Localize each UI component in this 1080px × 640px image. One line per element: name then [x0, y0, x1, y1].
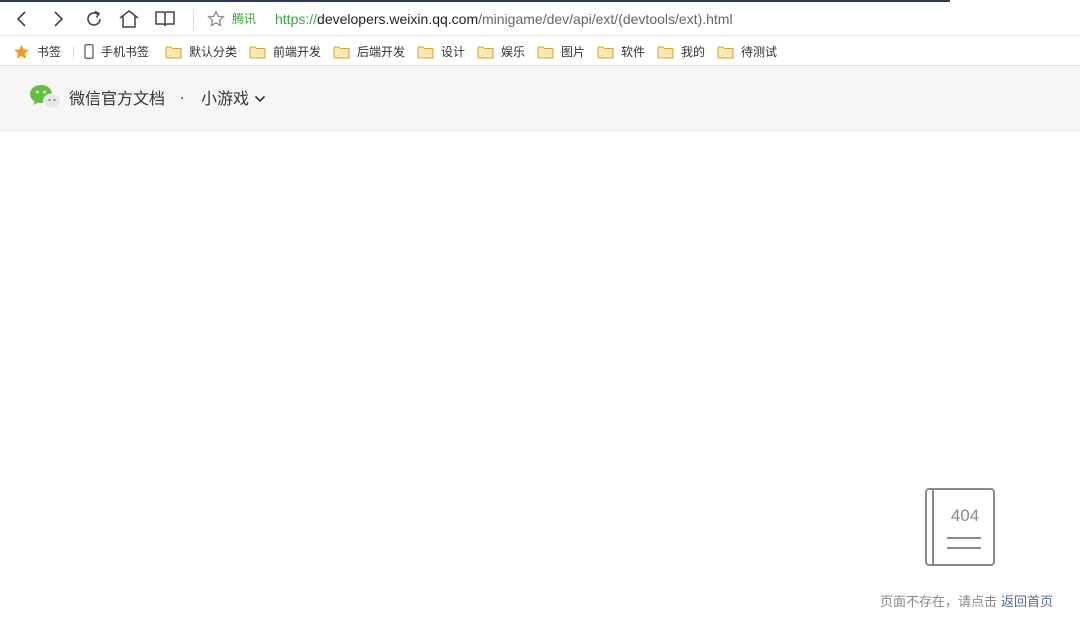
bookmark-folder[interactable]: 设计 [417, 42, 465, 61]
bookmark-folder[interactable]: 我的 [657, 42, 705, 61]
folder-icon [333, 45, 350, 59]
url-path: /minigame/dev/api/ext/(devtools/ext).htm… [478, 11, 733, 27]
home-button[interactable] [117, 7, 141, 31]
not-found-text: 页面不存在，请点击 [879, 595, 997, 610]
folder-icon [249, 45, 266, 59]
folder-icon [537, 45, 554, 59]
folder-icon [597, 45, 614, 59]
wechat-logo-icon[interactable] [29, 84, 61, 114]
bookmark-folder[interactable]: 娱乐 [477, 42, 525, 61]
phone-icon [84, 44, 94, 59]
bookmarks-bar: 书签 手机书签 默认分类 前端开发 后端开发 设计 娱乐 图片 软件 我的 待测… [0, 37, 1080, 66]
folder-icon [717, 45, 734, 59]
bookmark-folder[interactable]: 图片 [537, 42, 585, 61]
bookmark-label: 图片 [561, 45, 586, 59]
bookmark-mobile[interactable]: 手机书签 [84, 42, 149, 61]
bookmark-label: 默认分类 [189, 45, 238, 59]
bookmark-label: 后端开发 [357, 45, 406, 59]
url-host: developers.weixin.qq.com [317, 11, 479, 27]
chevron-left-icon [16, 11, 26, 27]
bookmark-folder[interactable]: 默认分类 [165, 42, 237, 61]
browser-toolbar: 腾讯 https://developers.weixin.qq.com/mini… [0, 2, 1080, 36]
header-separator: · [180, 91, 185, 107]
brand-title-link[interactable]: 微信官方文档 [69, 88, 165, 110]
reading-list-button[interactable] [153, 7, 177, 31]
folder-icon [657, 45, 674, 59]
book-open-icon [155, 11, 175, 27]
chevron-right-icon [54, 11, 64, 27]
not-found-book-icon [925, 488, 995, 566]
folder-icon [417, 45, 434, 59]
bookmark-label: 待测试 [741, 45, 778, 59]
bookmark-label: 前端开发 [273, 45, 322, 59]
site-header: 微信官方文档 · 小游戏 [0, 66, 1080, 131]
address-bar[interactable]: https://developers.weixin.qq.com/minigam… [275, 10, 733, 28]
site-security-tag[interactable]: 腾讯 [232, 11, 256, 27]
bookmarks-divider [73, 46, 74, 59]
bookmark-folder[interactable]: 待测试 [717, 42, 777, 61]
bookmarks-menu[interactable]: 书签 [13, 42, 61, 61]
not-found-message: 页面不存在，请点击 返回首页 [880, 595, 1053, 611]
bookmarks-menu-label: 书签 [37, 45, 62, 59]
bookmark-label: 软件 [621, 45, 646, 59]
error-code: 404 [950, 506, 980, 525]
bookmark-folder[interactable]: 前端开发 [249, 42, 321, 61]
star-filled-icon [13, 44, 30, 60]
bookmark-label: 娱乐 [501, 45, 526, 59]
bookmark-label: 设计 [441, 45, 466, 59]
folder-icon [477, 45, 494, 59]
star-outline-icon [207, 10, 225, 27]
reload-icon [87, 10, 101, 26]
toolbar-divider [193, 10, 194, 30]
bookmark-label: 我的 [681, 45, 706, 59]
reload-button[interactable] [82, 7, 106, 31]
back-home-link[interactable]: 返回首页 [1001, 595, 1053, 610]
bookmark-folder[interactable]: 软件 [597, 42, 645, 61]
url-scheme: https:// [275, 11, 318, 27]
bookmark-label: 手机书签 [101, 45, 150, 59]
back-button[interactable] [10, 7, 34, 31]
section-switcher[interactable]: 小游戏 [201, 88, 266, 110]
chevron-down-icon [254, 95, 266, 103]
home-icon [119, 10, 139, 28]
bookmark-folder[interactable]: 后端开发 [333, 42, 405, 61]
section-label: 小游戏 [201, 89, 250, 108]
folder-icon [165, 45, 182, 59]
bookmark-star-button[interactable] [204, 7, 228, 31]
forward-button[interactable] [46, 7, 70, 31]
